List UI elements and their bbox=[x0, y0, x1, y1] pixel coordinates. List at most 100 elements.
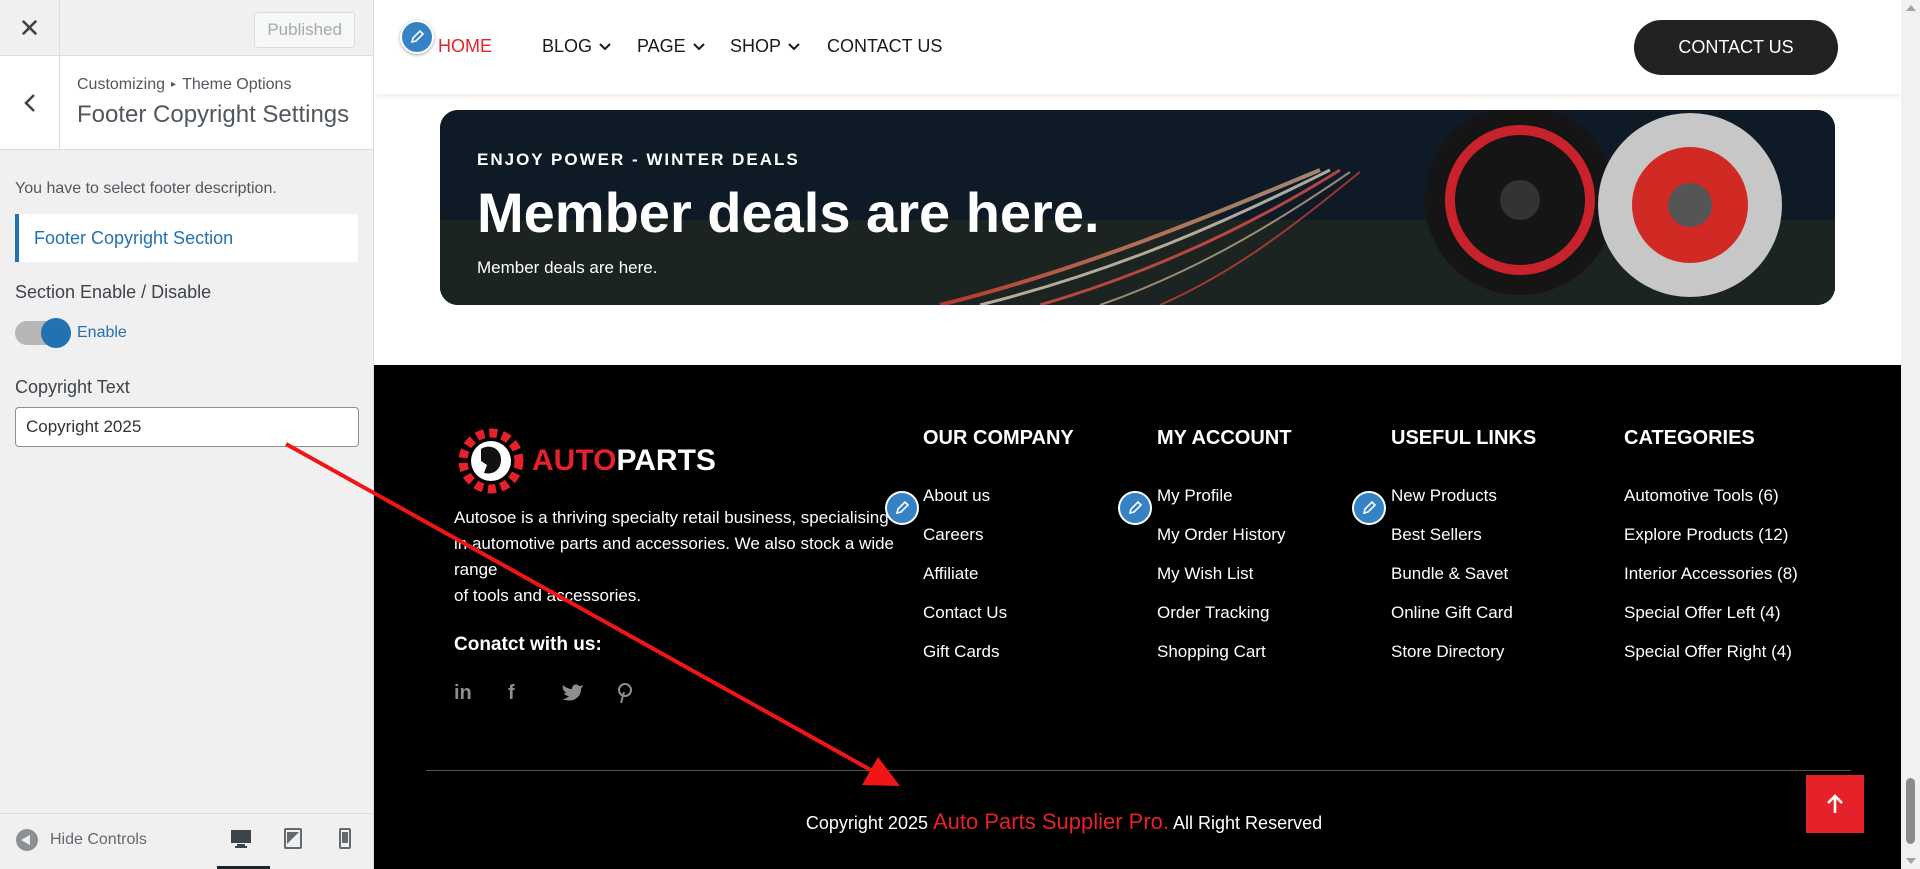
pinterest-icon[interactable] bbox=[616, 682, 670, 706]
footer-link[interactable]: Contact Us bbox=[923, 603, 1074, 642]
chevron-down-icon bbox=[788, 42, 800, 50]
copyright-brand-link[interactable]: Auto Parts Supplier Pro. bbox=[933, 809, 1169, 834]
connect-heading: Conatct with us: bbox=[454, 634, 602, 655]
footer-link[interactable]: My Wish List bbox=[1157, 564, 1291, 603]
nav-home-label: HOME bbox=[438, 36, 492, 56]
close-customizer-button[interactable]: ✕ bbox=[0, 0, 60, 56]
nav-contact-label: CONTACT US bbox=[827, 36, 943, 56]
footer-link[interactable]: New Products bbox=[1391, 486, 1536, 525]
logo-text: AUTOPARTS bbox=[532, 444, 716, 478]
enable-toggle[interactable] bbox=[15, 318, 71, 348]
footer-link[interactable]: About us bbox=[923, 486, 1074, 525]
footer-col-company: OUR COMPANY About us Careers Affiliate C… bbox=[923, 427, 1074, 681]
footer-col-account: MY ACCOUNT My Profile My Order History M… bbox=[1157, 427, 1291, 681]
footer-link[interactable]: Explore Products (12) bbox=[1624, 525, 1798, 564]
footer-col-useful-links: USEFUL LINKS New Products Best Sellers B… bbox=[1391, 427, 1536, 681]
footer-link[interactable]: Careers bbox=[923, 525, 1074, 564]
preview-scrollbar[interactable] bbox=[1901, 0, 1920, 869]
contact-us-button[interactable]: CONTACT US bbox=[1634, 20, 1838, 75]
chevron-down-icon bbox=[692, 42, 705, 50]
nav-shop[interactable]: SHOP bbox=[730, 36, 801, 57]
customizer-sidebar: ✕ Published Customizing ▸ Theme Options Fo… bbox=[0, 0, 374, 869]
toggle-status-text: Enable bbox=[77, 324, 127, 341]
back-button[interactable] bbox=[0, 56, 60, 150]
back-to-top-button[interactable] bbox=[1806, 775, 1864, 833]
nav-page-label: PAGE bbox=[637, 36, 686, 56]
edit-shortcut-pencil-icon[interactable] bbox=[885, 491, 919, 525]
preview-desktop-button[interactable] bbox=[217, 826, 270, 869]
scroll-thumb[interactable] bbox=[1906, 778, 1915, 844]
mobile-icon bbox=[339, 828, 351, 849]
promo-banner[interactable]: ENJOY POWER - WINTER DEALS Member deals … bbox=[440, 110, 1835, 305]
preview-tablet-button[interactable] bbox=[281, 826, 309, 854]
arrow-up-icon bbox=[1827, 794, 1843, 813]
scroll-up-icon[interactable] bbox=[1906, 5, 1916, 11]
tablet-icon bbox=[284, 828, 302, 849]
logo-text-white: PARTS bbox=[616, 444, 716, 477]
footer-link[interactable]: Special Offer Right (4) bbox=[1624, 642, 1798, 681]
scroll-down-icon[interactable] bbox=[1906, 858, 1916, 864]
edit-shortcut-pencil-icon[interactable] bbox=[1352, 491, 1386, 525]
footer-col-title: CATEGORIES bbox=[1624, 427, 1755, 449]
copyright-text-input[interactable] bbox=[15, 407, 359, 447]
site-preview: HOME BLOG PAGE SHOP CONTACT US CONTACT U… bbox=[374, 0, 1920, 869]
nav-blog-label: BLOG bbox=[542, 36, 593, 56]
footer-logo[interactable]: AUTOPARTS bbox=[454, 425, 716, 497]
edit-shortcut-pencil-icon[interactable] bbox=[1118, 491, 1152, 525]
footer-divider bbox=[426, 770, 1851, 771]
hide-controls-button[interactable]: Hide Controls bbox=[16, 829, 147, 851]
nav-page[interactable]: PAGE bbox=[637, 36, 706, 57]
footer-link[interactable]: Online Gift Card bbox=[1391, 603, 1536, 642]
footer-col-title: USEFUL LINKS bbox=[1391, 427, 1537, 449]
footer-link[interactable]: Store Directory bbox=[1391, 642, 1536, 681]
nav-contact[interactable]: CONTACT US bbox=[827, 36, 942, 57]
twitter-icon[interactable] bbox=[562, 682, 616, 706]
footer-col-title: MY ACCOUNT bbox=[1157, 427, 1292, 449]
nav-shop-label: SHOP bbox=[730, 36, 782, 56]
footer-about: Autosoe is a thriving specialty retail b… bbox=[454, 505, 894, 609]
footer-link[interactable]: Shopping Cart bbox=[1157, 642, 1291, 681]
footer-link[interactable]: Gift Cards bbox=[923, 642, 1074, 681]
panel-description: You have to select footer description. bbox=[15, 180, 277, 197]
preview-mobile-button[interactable] bbox=[333, 826, 361, 854]
enable-label: Section Enable / Disable bbox=[15, 282, 212, 302]
footer-copyright: Copyright 2025 Auto Parts Supplier Pro. … bbox=[374, 809, 1754, 835]
enable-toggle-row: Enable bbox=[15, 318, 358, 348]
footer-about-line2: of tools and accessories. bbox=[454, 586, 642, 605]
nav-home[interactable]: HOME bbox=[438, 36, 492, 57]
copyright-prefix: Copyright 2025 bbox=[805, 813, 928, 833]
banner-subtitle: Member deals are here. bbox=[477, 258, 658, 277]
copyright-suffix: All Right Reserved bbox=[1173, 813, 1323, 833]
site-footer: AUTOPARTS Autosoe is a thriving specialt… bbox=[374, 365, 1901, 869]
close-icon: ✕ bbox=[18, 12, 41, 43]
footer-about-line1: Autosoe is a thriving specialty retail b… bbox=[454, 508, 895, 579]
nav-blog[interactable]: BLOG bbox=[542, 36, 612, 57]
footer-link[interactable]: Special Offer Left (4) bbox=[1624, 603, 1798, 642]
breadcrumb-parent: Theme Options bbox=[182, 76, 292, 93]
footer-link[interactable]: Affiliate bbox=[923, 564, 1074, 603]
desktop-icon bbox=[231, 830, 251, 848]
linkedin-icon[interactable]: in bbox=[454, 682, 508, 706]
site-header: HOME BLOG PAGE SHOP CONTACT US CONTACT U… bbox=[374, 0, 1901, 94]
panel-header: Customizing ▸ Theme Options Footer Copyrig… bbox=[0, 56, 373, 150]
footer-link[interactable]: Interior Accessories (8) bbox=[1624, 564, 1798, 603]
customizer-topbar: ✕ Published bbox=[0, 0, 373, 56]
footer-col-categories: CATEGORIES Automotive Tools (6) Explore … bbox=[1624, 427, 1798, 681]
footer-link[interactable]: My Profile bbox=[1157, 486, 1291, 525]
toggle-knob bbox=[41, 318, 71, 348]
footer-link[interactable]: Bundle & Savet bbox=[1391, 564, 1536, 603]
edit-shortcut-pencil-icon[interactable] bbox=[400, 20, 434, 54]
breadcrumb-root: Customizing bbox=[77, 76, 166, 93]
publish-button[interactable]: Published bbox=[254, 12, 355, 48]
collapse-icon bbox=[16, 829, 38, 851]
facebook-icon[interactable]: f bbox=[508, 682, 562, 706]
logo-text-red: AUTO bbox=[532, 444, 617, 477]
copyright-text-label: Copyright Text bbox=[15, 377, 130, 397]
footer-link[interactable]: Best Sellers bbox=[1391, 525, 1536, 564]
chevron-down-icon bbox=[599, 42, 611, 50]
footer-link[interactable]: Order Tracking bbox=[1157, 603, 1291, 642]
breadcrumb: Customizing ▸ Theme Options bbox=[77, 76, 291, 94]
footer-link[interactable]: My Order History bbox=[1157, 525, 1291, 564]
banner-title: Member deals are here. bbox=[477, 181, 1100, 244]
footer-link[interactable]: Automotive Tools (6) bbox=[1624, 486, 1798, 525]
